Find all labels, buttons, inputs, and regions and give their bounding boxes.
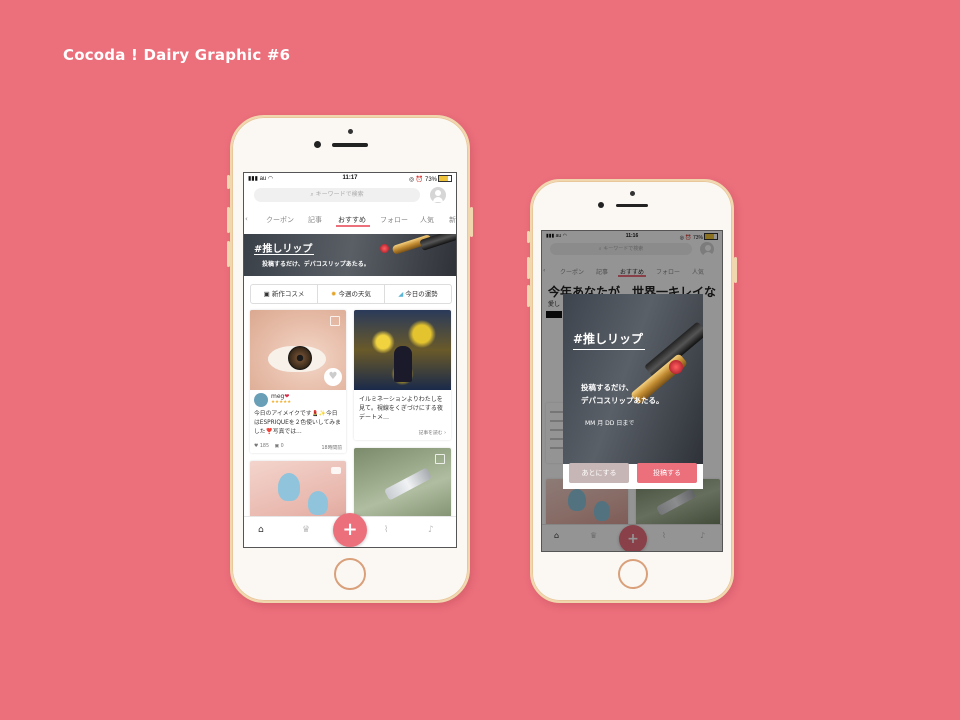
post-button[interactable]: 投稿する [637,463,697,483]
iris-image [288,346,312,370]
multi-image-icon [435,454,445,464]
ranking-crown-icon[interactable]: ♛ [302,525,310,535]
home-icon[interactable]: ⌂ [258,525,264,535]
volume-down-button [227,241,230,267]
tab-coupon[interactable]: クーポン [266,215,294,225]
chip-fortune[interactable]: ◢ 今日の運勢 [385,285,451,303]
username[interactable]: meg❤ [271,393,289,400]
screen-right: ▮▮▮ au ◠ 11:16 ◎ ⏰ 73% ⌕ キーワードで検索 ‹ クーポン… [541,230,723,552]
lipstick-gem-image [669,360,683,374]
tab-follow[interactable]: フォロー [380,215,408,225]
volume-up-button [527,257,530,279]
volume-down-button [527,285,530,307]
banner-title: #推しリップ [254,244,313,255]
sun-icon: ✹ [330,290,337,298]
campaign-banner[interactable]: #推しリップ 投稿するだけ、デパコスリップあたる。 [244,234,456,276]
home-button[interactable] [618,559,648,589]
post-meta: ♥ 185 ▣ 0 18時間前 [254,444,343,451]
power-button [470,207,473,237]
hairdryer-icon: ◢ [398,290,404,298]
campaign-modal: #推しリップ 投稿するだけ、 デパコスリップあたる。 MM 月 DD 日まで あ… [563,294,703,489]
article-photo [354,310,451,390]
banner-subtitle: 投稿するだけ、デパコスリップあたる。 [262,261,370,268]
post-photo: ♥ [250,310,346,390]
like-heart-button[interactable]: ♥ [324,368,342,386]
couple-silhouette [394,346,412,382]
tab-prev-arrow: ‹ [245,215,248,223]
battery-icon [438,175,452,182]
modal-line2: デパコスリップあたる。 [581,396,664,405]
comment-icon: ▣ [274,444,280,449]
create-post-button[interactable]: + [333,513,367,547]
tab-active-indicator [336,225,370,227]
modal-line1: 投稿するだけ、 [581,383,634,392]
front-camera [598,202,604,208]
quick-links: ▣ 新作コスメ ✹ 今週の天気 ◢ 今日の運勢 [250,284,452,304]
modal-title-underline [573,349,645,350]
search-input[interactable]: ⌕ キーワードで検索 [254,188,420,202]
tab-articles[interactable]: 記事 [308,215,322,225]
top-camera [348,129,353,134]
mute-switch [227,175,230,189]
tab-more: 新 [449,216,456,224]
volume-up-button [227,207,230,233]
read-more-link[interactable]: 記事を読む › [419,429,446,436]
power-button [734,257,737,283]
post-card[interactable]: ♥ meg❤ ★★★★★ 今日のアイメイクです💄✨今日はESPRIQUEを２色使… [250,310,346,453]
phone-left: ▮▮▮ au ◠ 11:17 ◎ ⏰ 73% ⌕ キーワードで検索 ‹ クーポン… [227,115,473,603]
tab-popular[interactable]: 人気 [420,215,434,225]
category-tabs: ‹ クーポン 記事 おすすめ フォロー 人気 新 [244,211,456,227]
modal-deadline: MM 月 DD 日まで [585,420,635,427]
user-avatar[interactable] [254,393,268,407]
tab-recommended[interactable]: おすすめ [338,215,366,225]
calendar-icon: ▣ [263,290,270,298]
profile-avatar[interactable] [430,187,446,203]
lipstick-gem-image [380,244,389,253]
banner-underline [254,254,314,255]
video-icon [331,467,341,474]
post-text: 今日のアイメイクです💄✨今日はESPRIQUEを２色使いしてみました❣️写真では… [254,411,341,435]
like-icon: ♥ [254,444,259,449]
front-camera [314,141,321,148]
page-title: Cocoda ! Dairy Graphic #6 [63,46,291,64]
chip-weather[interactable]: ✹ 今週の天気 [318,285,385,303]
article-text: イルミネーションよりわたしを見て。視線をくぎづけにする夜デートメ… [359,396,443,421]
later-button[interactable]: あとにする [569,463,629,483]
modal-title: #推しリップ [573,332,644,346]
lipgloss-image [383,467,433,501]
mute-switch [527,231,530,243]
article-card[interactable]: イルミネーションよりわたしを見て。視線をくぎづけにする夜デートメ… 記事を読む … [354,310,451,440]
earpiece [616,204,648,207]
user-rating: ★★★★★ [271,400,292,405]
notification-bell-icon[interactable]: ♪ [428,525,434,535]
coupon-clip-icon[interactable]: ⌇ [384,525,388,535]
top-camera [630,191,635,196]
nail-image [278,473,300,501]
nail-image [308,491,328,515]
modal-image: #推しリップ 投稿するだけ、 デパコスリップあたる。 MM 月 DD 日まで [563,294,703,464]
earpiece [332,143,368,147]
phone-right: ▮▮▮ au ◠ 11:16 ◎ ⏰ 73% ⌕ キーワードで検索 ‹ クーポン… [527,179,737,603]
post-time: 18時間前 [321,446,343,451]
multi-image-icon [330,316,340,326]
chip-new-cosme[interactable]: ▣ 新作コスメ [251,285,318,303]
battery: ◎ ⏰ 73% [409,175,452,183]
home-button[interactable] [334,558,366,590]
status-bar: ▮▮▮ au ◠ 11:17 ◎ ⏰ 73% [244,173,456,184]
screen-left: ▮▮▮ au ◠ 11:17 ◎ ⏰ 73% ⌕ キーワードで検索 ‹ クーポン… [243,172,457,548]
